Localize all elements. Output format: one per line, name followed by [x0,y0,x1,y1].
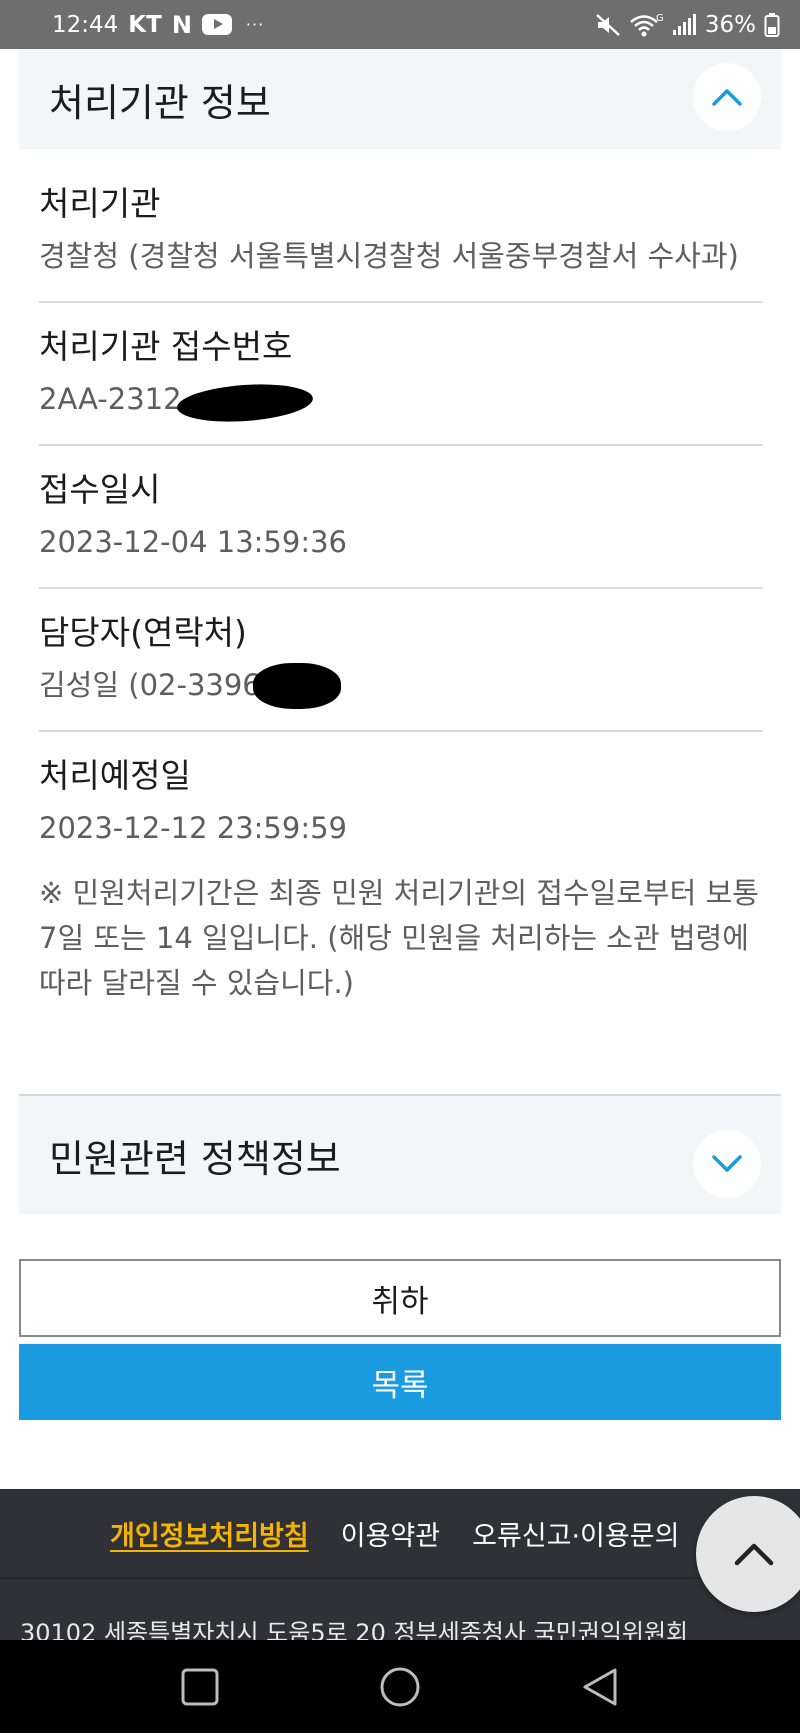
youtube-notification-icon [201,14,232,35]
battery-icon [764,12,780,37]
recent-apps-icon [181,1668,219,1705]
info-value: 2023-12-12 23:59:59 [39,811,347,845]
status-time: 12:44 [52,11,119,38]
svg-text:G: G [656,13,663,24]
back-button[interactable] [580,1666,620,1708]
redaction-mark [175,380,315,426]
redaction-mark [253,663,341,709]
terms-link[interactable]: 이용약관 [341,1514,440,1553]
chevron-up-icon [712,89,742,106]
more-notifications-icon: ··· [245,15,265,34]
info-item-due-date: 처리예정일 2023-12-12 23:59:59 [39,732,763,875]
back-icon [583,1668,617,1705]
status-right: G 36% [595,12,780,38]
footer-address: 30102 세종특별자치시 도움5로 20 정부세종청사 국민권익위원회 [20,1619,689,1640]
collapse-section-button[interactable] [693,63,761,131]
status-bar: 12:44 KT N ··· G 36% [0,0,800,49]
signal-icon [672,13,696,35]
naver-notification-icon: N [171,10,192,39]
info-label: 처리기관 접수번호 [39,327,293,366]
info-value: 경찰청 (경찰청 서울특별시경찰청 서울중부경찰서 수사과) [39,239,739,273]
info-value: 김성일 (02-3396- [39,668,272,702]
processing-agency-section-header[interactable]: 처리기관 정보 [19,49,781,149]
home-button[interactable] [379,1666,421,1708]
policy-info-section-header[interactable]: 민원관련 정책정보 [19,1094,781,1214]
footer-links: 개인정보처리방침 이용약관 오류신고·이용문의 [110,1489,679,1577]
footer: 개인정보처리방침 이용약관 오류신고·이용문의 30102 세종특별자치시 도움… [0,1489,800,1640]
withdraw-button[interactable]: 취하 [19,1259,781,1337]
battery-percent: 36% [704,11,756,38]
mute-icon [596,13,620,36]
list-button[interactable]: 목록 [19,1344,781,1420]
wifi-icon: G [630,13,663,36]
section-title: 처리기관 정보 [49,80,271,125]
info-label: 처리예정일 [39,756,191,795]
footer-divider [0,1577,800,1579]
info-value: 2AA-2312- [39,382,193,416]
status-carrier: KT [128,11,162,38]
home-icon [380,1667,420,1706]
info-item-receipt-number: 처리기관 접수번호 2AA-2312- [39,303,763,446]
section-title: 민원관련 정책정보 [49,1136,341,1181]
info-item-receipt-datetime: 접수일시 2023-12-04 13:59:36 [39,446,763,589]
info-value: 2023-12-04 13:59:36 [39,525,347,559]
info-item-agency: 처리기관 경찰청 (경찰청 서울특별시경찰청 서울중부경찰서 수사과) [39,160,763,303]
recent-apps-button[interactable] [180,1667,220,1707]
info-label: 접수일시 [39,470,161,509]
info-label: 처리기관 [39,184,161,223]
processing-info-list: 처리기관 경찰청 (경찰청 서울특별시경찰청 서울중부경찰서 수사과) 처리기관… [39,160,763,875]
expand-section-button[interactable] [693,1130,761,1198]
info-label: 담당자(연락처) [39,613,247,652]
chevron-down-icon [712,1155,742,1172]
privacy-policy-link[interactable]: 개인정보처리방침 [110,1514,309,1553]
status-left: 12:44 KT N ··· [52,11,264,39]
chevron-up-icon [734,1543,774,1566]
error-report-link[interactable]: 오류신고·이용문의 [472,1514,679,1553]
processing-period-notice: ※ 민원처리기간은 최종 민원 처리기관의 접수일로부터 보통 7일 또는 14… [39,876,759,1000]
info-item-contact: 담당자(연락처) 김성일 (02-3396- [39,589,763,732]
system-navigation-bar [0,1640,800,1733]
scroll-to-top-button[interactable] [696,1496,800,1612]
